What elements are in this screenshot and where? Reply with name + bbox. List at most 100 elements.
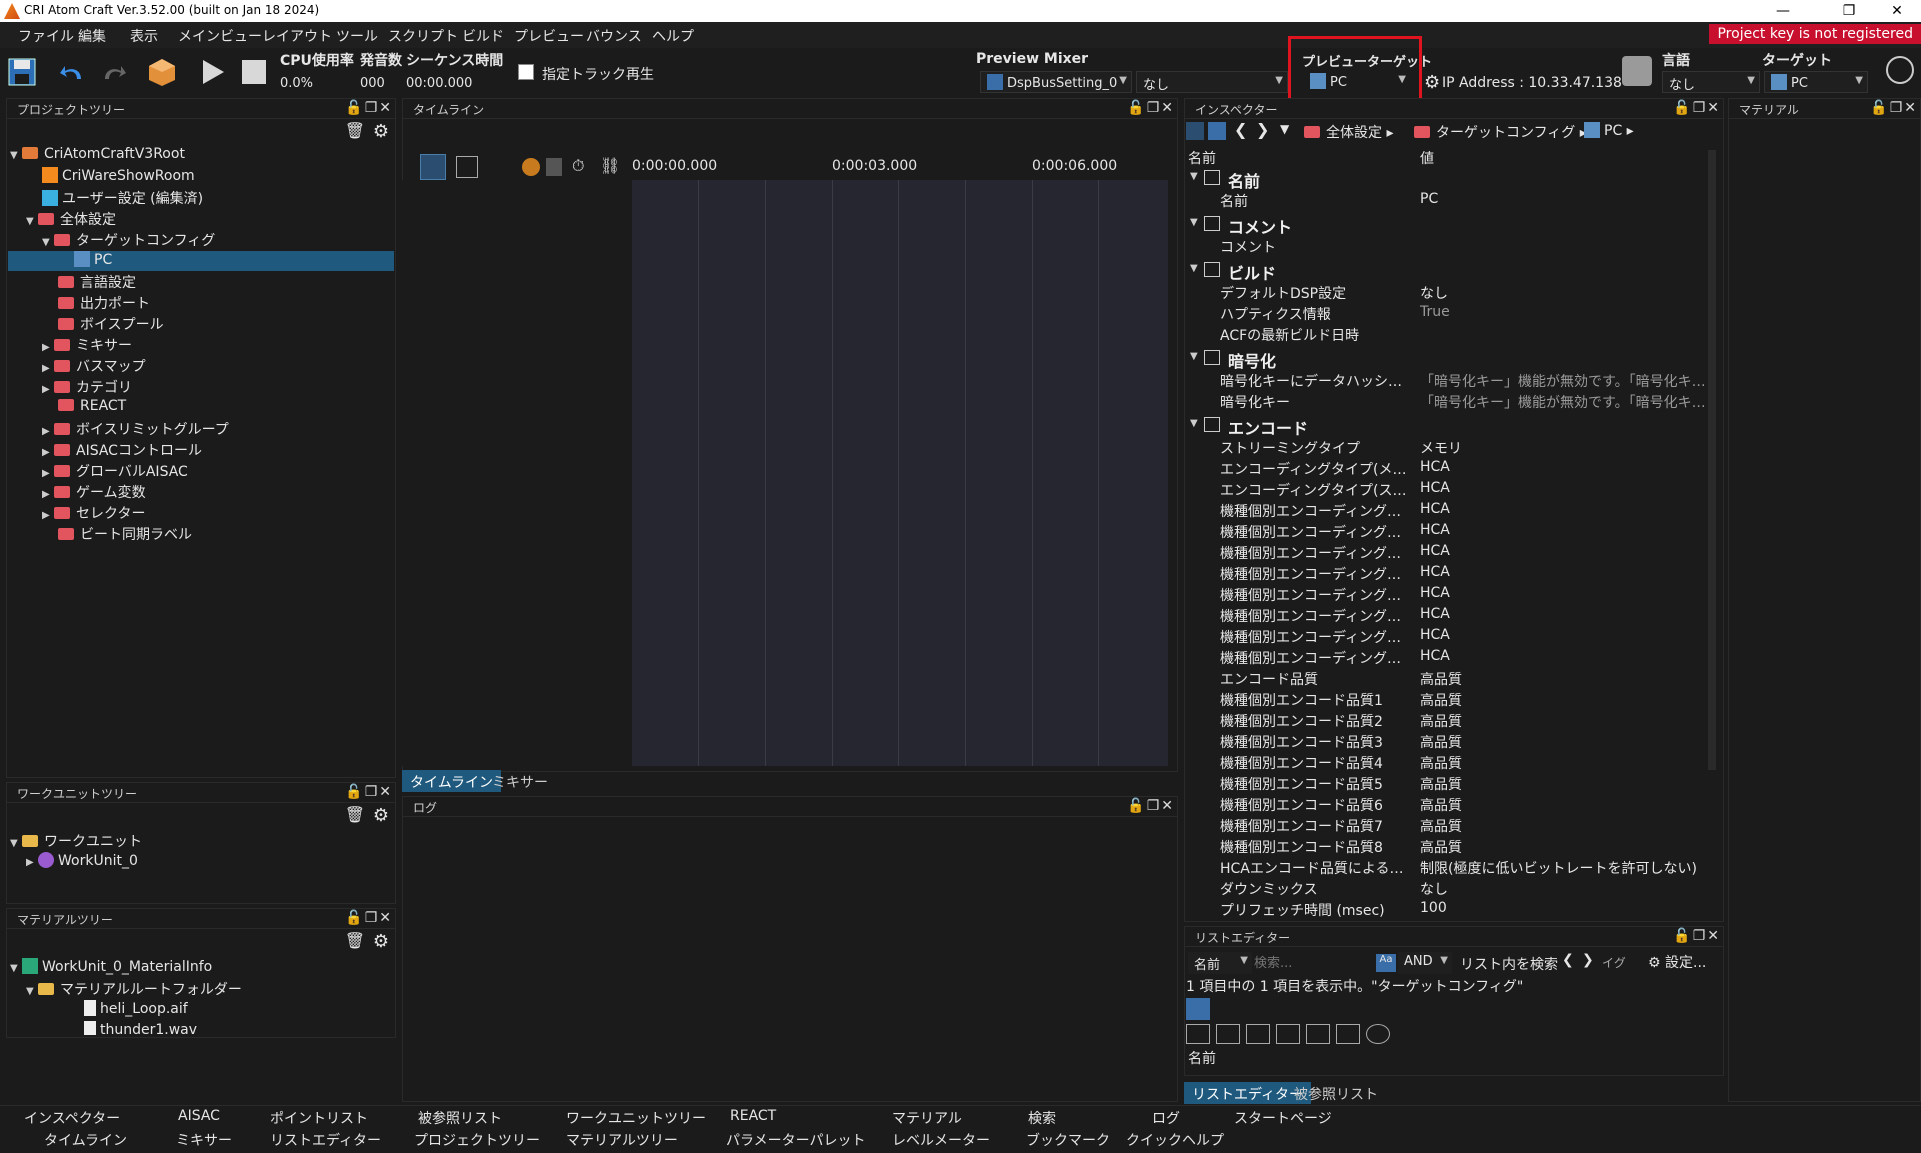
prop-row[interactable]: 名前 PC	[1184, 191, 1710, 212]
tree-item-materialinfo[interactable]: ▼ WorkUnit_0_MaterialInfo	[10, 958, 212, 978]
breadcrumb-0[interactable]: 全体設定 ▸	[1304, 122, 1393, 142]
bottom-list-editor[interactable]: リストエディター	[270, 1130, 381, 1150]
tree-item-pc[interactable]: PC	[8, 251, 394, 271]
tree-item-target-config[interactable]: ▼ ターゲットコンフィグ	[42, 230, 215, 250]
prop-row[interactable]: コメント	[1184, 237, 1710, 258]
back-icon[interactable]: ❮	[1234, 120, 1247, 139]
stop-button[interactable]	[236, 54, 272, 90]
hca-icon[interactable]	[1336, 1024, 1360, 1044]
restore-button[interactable]: ❐	[1826, 0, 1872, 22]
menu-bounce[interactable]: バウンス	[586, 26, 642, 46]
tree-item-react[interactable]: REACT	[58, 398, 126, 418]
comment-icon[interactable]	[1186, 1024, 1210, 1044]
prop-row[interactable]: 機種個別エンコード品質5 高品質	[1184, 774, 1710, 795]
prop-row[interactable]: HCAエンコード品質によるビット...制限(極度に低いビットレートを許可しない)	[1184, 858, 1710, 879]
prop-row[interactable]: ハプティクス情報 True	[1184, 304, 1710, 325]
panel-controls[interactable]: 🔓❐✕	[345, 784, 393, 800]
prop-row[interactable]: 機種個別エンコーディングタイプ8HCA	[1184, 648, 1710, 669]
menu-view[interactable]: 表示	[130, 26, 158, 46]
prop-row[interactable]: 機種個別エンコーディングタイプ5HCA	[1184, 585, 1710, 606]
menu-layout[interactable]: レイアウト	[262, 26, 332, 46]
tree-item-thunder[interactable]: thunder1.wav	[84, 1021, 197, 1035]
build-button[interactable]	[144, 54, 180, 90]
prop-row[interactable]: 機種個別エンコーディングタイプ2HCA	[1184, 522, 1710, 543]
close-button[interactable]: ✕	[1874, 0, 1920, 22]
target-select[interactable]: PC ▼	[1764, 71, 1868, 93]
tree-item-heli[interactable]: heli_Loop.aif	[84, 1000, 188, 1020]
group-build[interactable]: ▼ ビルド	[1184, 258, 1710, 283]
gear-icon[interactable]: ⚙	[373, 805, 389, 826]
mixer-select[interactable]: DspBusSetting_0 ▼	[980, 71, 1132, 93]
tree-item-busmap[interactable]: ▶ バスマップ	[42, 356, 146, 376]
tree-item-output-port[interactable]: 出力ポート	[58, 293, 150, 313]
bottom-timeline[interactable]: タイムライン	[44, 1130, 127, 1150]
gear-icon[interactable]: ⚙	[373, 931, 389, 952]
panel-controls[interactable]: 🔓❐✕	[345, 910, 393, 926]
bottom-bookmark[interactable]: ブックマーク	[1026, 1130, 1110, 1150]
bottom-search[interactable]: 検索	[1028, 1108, 1056, 1128]
bottom-project-tree[interactable]: プロジェクトツリー	[414, 1130, 540, 1150]
menu-file[interactable]: ファイル	[18, 26, 74, 46]
prop-row[interactable]: 機種個別エンコード品質8 高品質	[1184, 837, 1710, 858]
prop-row[interactable]: エンコーディングタイプ(ストリーム)HCA	[1184, 480, 1710, 501]
prop-row[interactable]: プリフェッチ時間 (msec) 100	[1184, 900, 1710, 921]
connect-icon[interactable]	[1886, 56, 1914, 84]
tree-item-category[interactable]: ▶ カテゴリ	[42, 377, 132, 397]
prop-row[interactable]: 機種個別エンコード品質7 高品質	[1184, 816, 1710, 837]
panel-controls[interactable]: 🔓❐✕	[345, 100, 393, 116]
tree-item-voice-limit[interactable]: ▶ ボイスリミットグループ	[42, 419, 229, 439]
prop-row[interactable]: 機種個別エンコーディングタイプ1HCA	[1184, 501, 1710, 522]
gear-icon[interactable]: ⚙	[373, 121, 389, 142]
bottom-mixer[interactable]: ミキサー	[176, 1130, 232, 1150]
prop-row[interactable]: 暗号化キーにデータハッシュ値を...「暗号化キー」機能が無効です。「暗号化キー」…	[1184, 371, 1710, 392]
panel-controls[interactable]: 🔓❐✕	[1673, 100, 1721, 116]
timeline-track-area[interactable]	[632, 180, 1168, 766]
search-in-list[interactable]: リスト内を検索	[1460, 954, 1558, 974]
tab-mixer[interactable]: ミキサー	[484, 770, 556, 792]
bottom-log[interactable]: ログ	[1152, 1108, 1180, 1128]
prop-row[interactable]: 機種個別エンコーディングタイプ3HCA	[1184, 543, 1710, 564]
bottom-param-palette[interactable]: パラメーターパレット	[726, 1130, 865, 1150]
bottom-level-meter[interactable]: レベルメーター	[892, 1130, 990, 1150]
save-button[interactable]	[4, 54, 40, 90]
bottom-point-list[interactable]: ポイントリスト	[270, 1108, 368, 1128]
undo-button[interactable]	[54, 54, 90, 90]
dropdown-icon[interactable]: ▼	[1280, 122, 1289, 136]
tree-item-aisac-control[interactable]: ▶ AISACコントロール	[42, 440, 202, 460]
prop-row[interactable]: ACFの最新ビルド日時	[1184, 325, 1710, 346]
tree-item-game-var[interactable]: ▶ ゲーム変数	[42, 482, 146, 502]
timer-icon[interactable]: ⏱	[572, 156, 584, 176]
minimize-button[interactable]: —	[1760, 0, 1806, 22]
name-select[interactable]: 名前 ▼	[1188, 952, 1252, 974]
menu-script[interactable]: スクリプト	[388, 26, 458, 46]
gear-icon[interactable]: ⚙	[1424, 72, 1440, 93]
bottom-start-page[interactable]: スタートページ	[1234, 1108, 1332, 1128]
tree-item-global-settings[interactable]: ▼ 全体設定	[26, 209, 116, 229]
tree-item-workunit[interactable]: ▼ ワークユニット	[10, 831, 142, 851]
menu-build[interactable]: ビルド	[462, 26, 504, 46]
link-icon[interactable]: ⛓	[600, 156, 620, 175]
prop-row[interactable]: 機種個別エンコード品質3 高品質	[1184, 732, 1710, 753]
select-tool-icon[interactable]	[420, 154, 446, 180]
tree-item-selector[interactable]: ▶ セレクター	[42, 503, 145, 523]
tree-item-user-settings[interactable]: ユーザー設定 (編集済)	[42, 188, 203, 208]
prev-icon[interactable]: ❮	[1562, 952, 1574, 968]
trash-icon[interactable]: 🗑	[345, 931, 365, 950]
bottom-aisac[interactable]: AISAC	[178, 1108, 220, 1124]
bottom-workunit-tree[interactable]: ワークユニットツリー	[566, 1108, 706, 1128]
bottom-inspector[interactable]: インスペクター	[24, 1108, 120, 1128]
detail-view-icon[interactable]	[1208, 122, 1226, 140]
prop-row[interactable]: ストリーミングタイプ メモリ	[1184, 438, 1710, 459]
and-select[interactable]: AND ▼	[1398, 952, 1452, 974]
bottom-react[interactable]: REACT	[730, 1108, 776, 1124]
output-port-icon[interactable]	[1216, 1024, 1240, 1044]
tree-item-voice-pool[interactable]: ボイスプール	[58, 314, 164, 334]
tree-item-root[interactable]: ▼ CriAtomCraftV3Root	[10, 146, 185, 166]
group-name[interactable]: ▼ 名前	[1184, 166, 1710, 191]
snap-icon[interactable]	[546, 158, 562, 176]
group-comment[interactable]: ▼ コメント	[1184, 212, 1710, 237]
group-encode[interactable]: ▼ エンコード	[1184, 413, 1710, 438]
panel-controls[interactable]: 🔓❐✕	[1673, 928, 1721, 944]
bottom-quick-help[interactable]: クイックヘルプ	[1126, 1130, 1224, 1150]
prop-row[interactable]: 機種個別エンコード品質1 高品質	[1184, 690, 1710, 711]
